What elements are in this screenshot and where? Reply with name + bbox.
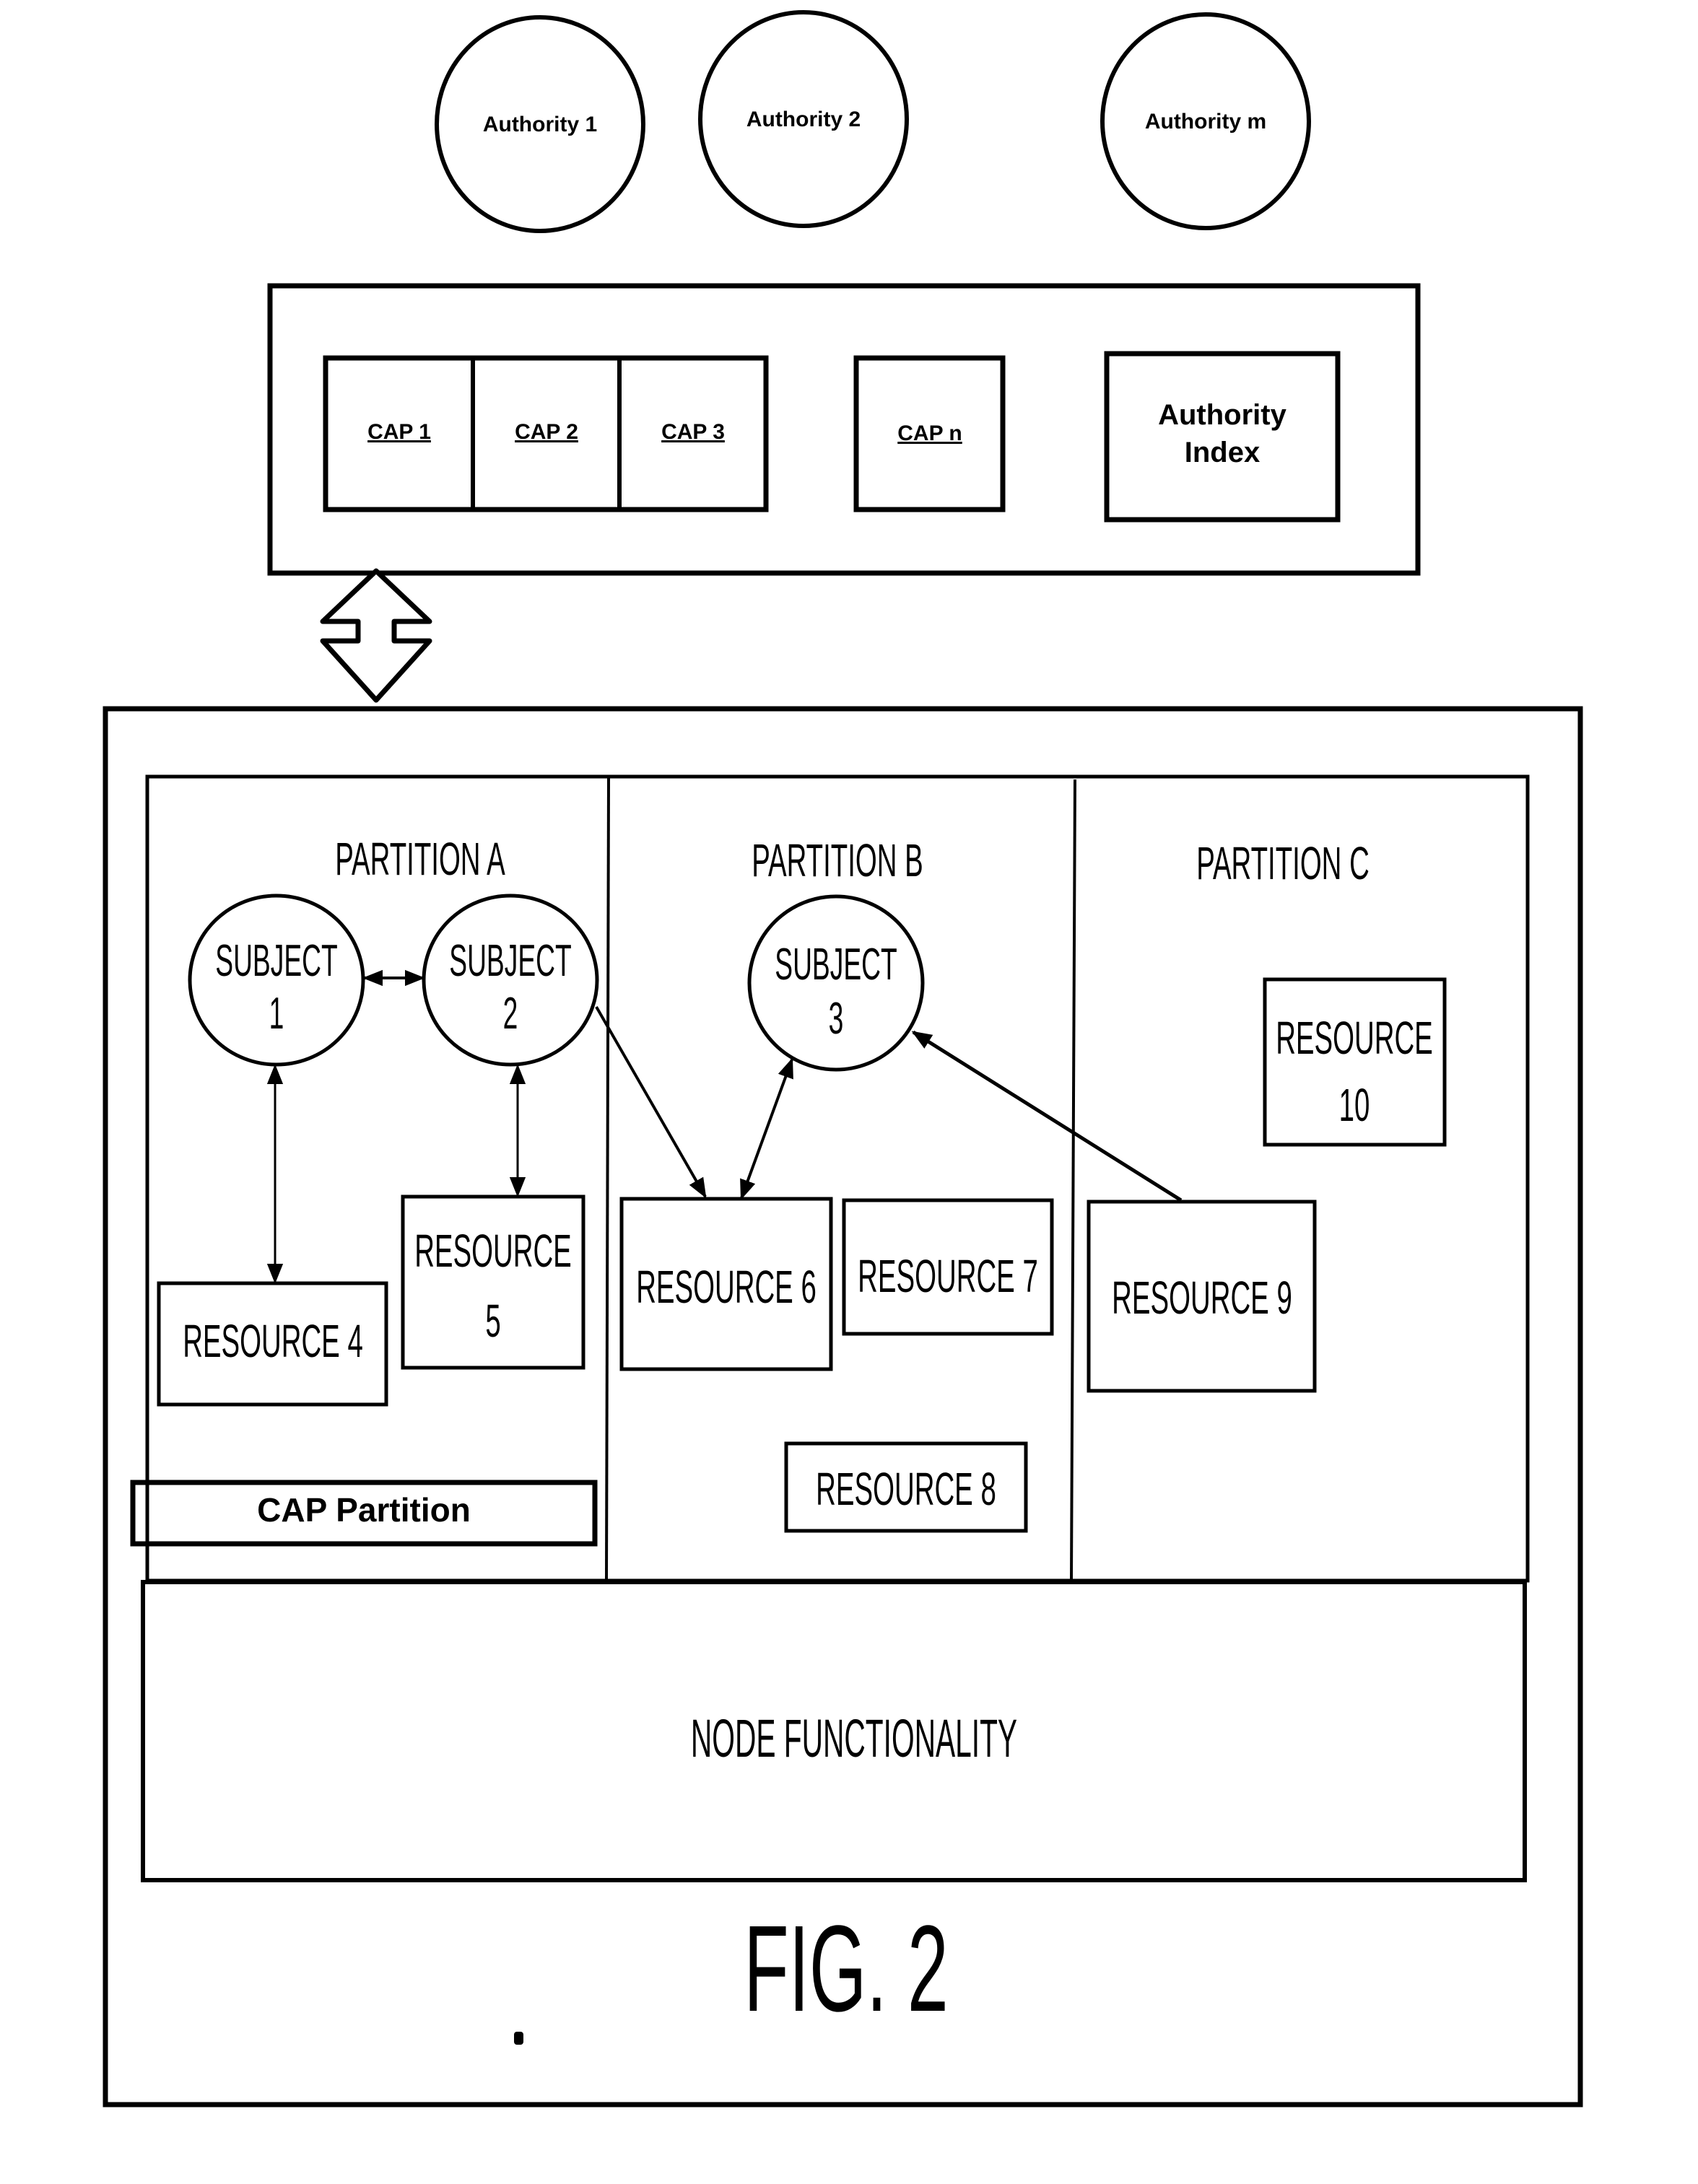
stray-dot xyxy=(514,2032,523,2045)
subject-3-label-line1: SUBJECT xyxy=(775,939,897,989)
authority-m-label: Authority m xyxy=(1145,110,1266,134)
bidirectional-block-arrow-icon xyxy=(320,568,432,703)
resource-8-label: RESOURCE 8 xyxy=(816,1464,996,1516)
cap-n-label: CAP n xyxy=(897,421,962,445)
cap-store: CAP 1 CAP 2 CAP 3 CAP n Authority Index xyxy=(267,283,1421,576)
partition-divider xyxy=(605,776,610,1581)
partition-b-label: PARTITION B xyxy=(752,835,923,887)
resource-6: RESOURCE 6 xyxy=(619,1197,833,1371)
partition-divider xyxy=(1070,779,1076,1581)
connector-subject2-resource6 xyxy=(595,1006,707,1199)
connector-resource6-subject3 xyxy=(740,1057,793,1200)
resource-9: RESOURCE 9 xyxy=(1087,1200,1317,1393)
authority-index-label-line2: Index xyxy=(1185,437,1260,468)
cap-partition-label: CAP Partition xyxy=(257,1491,471,1529)
partition-a-label: PARTITION A xyxy=(335,834,505,886)
resource-8: RESOURCE 8 xyxy=(784,1441,1028,1533)
authority-1: Authority 1 xyxy=(435,15,645,233)
node-box xyxy=(103,706,1583,2107)
resource-4-label: RESOURCE 4 xyxy=(183,1316,363,1368)
node-functionality: NODE FUNCTIONALITY xyxy=(141,1580,1527,1882)
resource-10-label-line2: 10 xyxy=(1339,1080,1370,1132)
resource-5-label-line2: 5 xyxy=(485,1296,500,1347)
subject-1-label-line2: 1 xyxy=(269,988,284,1038)
subject-2: SUBJECT 2 xyxy=(422,894,599,1067)
resource-7: RESOURCE 7 xyxy=(842,1198,1054,1336)
resource-4: RESOURCE 4 xyxy=(157,1281,388,1407)
resource-7-label: RESOURCE 7 xyxy=(858,1251,1038,1303)
subject-3: SUBJECT 3 xyxy=(747,894,925,1072)
cap-1-label: CAP 1 xyxy=(367,420,431,444)
authority-index-label-line1: Authority xyxy=(1158,399,1287,431)
resource-10-label-line1: RESOURCE xyxy=(1276,1013,1433,1065)
node-functionality-label: NODE FUNCTIONALITY xyxy=(691,1708,1017,1768)
resource-10: RESOURCE 10 xyxy=(1263,977,1447,1147)
cap-partition: CAP Partition xyxy=(130,1480,598,1547)
subject-1-label-line1: SUBJECT xyxy=(215,935,337,985)
partition-c-label: PARTITION C xyxy=(1196,838,1370,890)
figure-canvas: Authority 1 Authority 2 Authority m CAP … xyxy=(103,10,1583,2107)
resource-5: RESOURCE 5 xyxy=(401,1194,585,1370)
figure-caption: FIG. 2 xyxy=(744,1900,948,2037)
subject-2-label-line2: 2 xyxy=(503,988,518,1038)
cap-3-label: CAP 3 xyxy=(661,420,725,444)
authority-m: Authority m xyxy=(1100,12,1311,230)
subject-2-label-line1: SUBJECT xyxy=(449,935,571,985)
authority-1-label: Authority 1 xyxy=(483,113,597,136)
resource-9-label: RESOURCE 9 xyxy=(1112,1272,1292,1324)
authority-2: Authority 2 xyxy=(698,10,909,228)
connector-resource9-subject3 xyxy=(911,1030,1183,1202)
subject-3-label-line2: 3 xyxy=(829,993,844,1043)
authority-2-label: Authority 2 xyxy=(746,108,861,131)
subject-1: SUBJECT 1 xyxy=(188,894,365,1067)
resource-5-label-line1: RESOURCE xyxy=(414,1226,572,1277)
resource-6-label: RESOURCE 6 xyxy=(636,1262,817,1314)
cap-2-label: CAP 2 xyxy=(515,420,578,444)
